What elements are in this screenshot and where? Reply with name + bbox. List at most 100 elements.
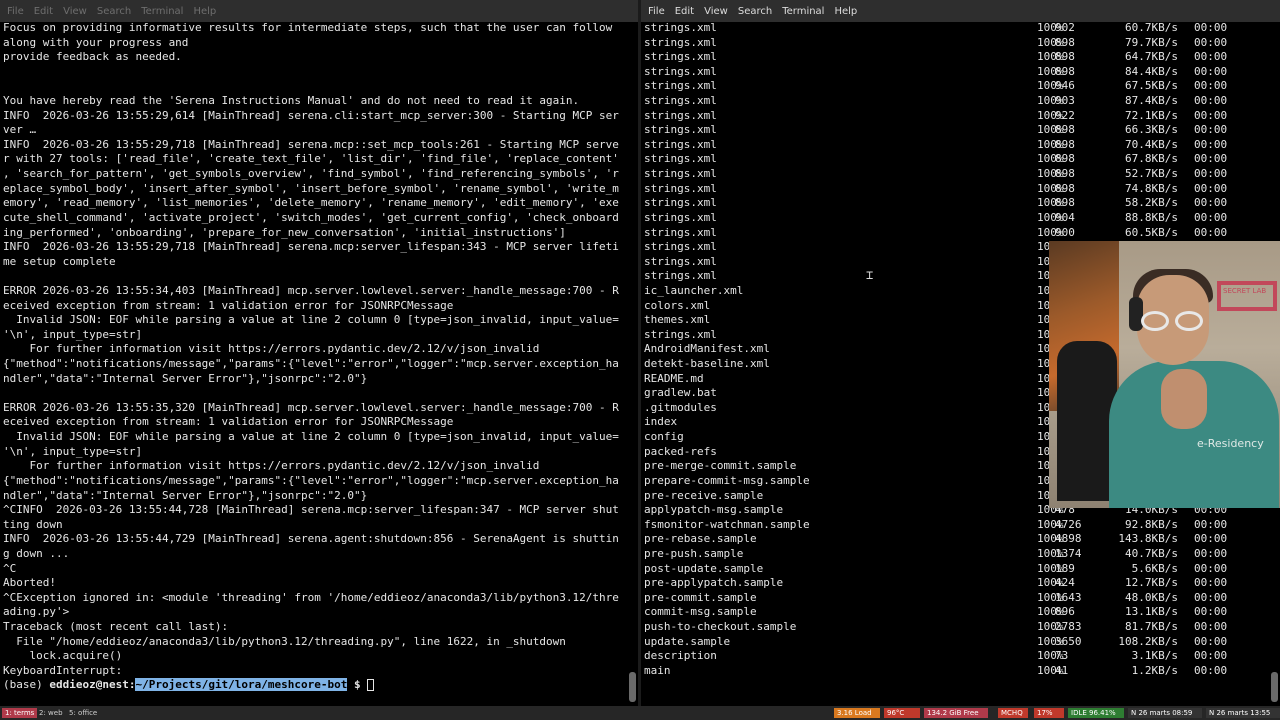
menu-edit[interactable]: Edit [34, 6, 53, 17]
terminal-line: ndler","data":"Internal Server Error"},"… [3, 371, 368, 385]
menu-edit[interactable]: Edit [675, 6, 694, 17]
workspace-1[interactable]: 1: terms [2, 708, 38, 718]
file-name: README.md [644, 371, 704, 385]
menu-view[interactable]: View [704, 6, 728, 17]
file-size: 946 [1055, 79, 1075, 93]
file-size: 903 [1055, 94, 1075, 108]
transfer-row: strings.xml 100% 903 87.4KB/s 00:00 [644, 94, 1268, 109]
prompt-user: eddieoz@nest [49, 678, 129, 692]
transfer-rate: 13.1KB/s [1125, 605, 1178, 619]
transfer-row: strings.xml 100% 900 60.5KB/s 00:00 [644, 226, 1268, 241]
file-name: strings.xml [644, 35, 717, 49]
transfer-time: 00:00 [1194, 50, 1228, 64]
menu-help[interactable]: Help [193, 6, 216, 17]
transfer-rate: 87.4KB/s [1125, 94, 1178, 108]
file-name: post-update.sample [644, 561, 764, 575]
transfer-rate: 66.3KB/s [1125, 123, 1178, 137]
transfer-rate: 40.7KB/s [1125, 546, 1178, 560]
terminal-line: {"method":"notifications/message","param… [3, 473, 619, 487]
terminal-line: Focus on providing informative results f… [3, 21, 613, 34]
transfer-rate: 60.5KB/s [1125, 225, 1178, 239]
file-size: 189 [1055, 561, 1075, 575]
transfer-row: strings.xml 100% 904 88.8KB/s 00:00 [644, 211, 1268, 226]
transfer-time: 00:00 [1194, 181, 1228, 195]
transfer-time: 00:00 [1194, 123, 1228, 137]
prompt-path: ~/Projects/git/lora/meshcore-bot [135, 678, 348, 692]
file-name: strings.xml [644, 210, 717, 224]
transfer-time: 00:00 [1194, 590, 1228, 604]
chair [1057, 341, 1117, 501]
transfer-rate: 70.4KB/s [1125, 137, 1178, 151]
menu-help[interactable]: Help [834, 6, 857, 17]
date-status-2: N 26 marts 13:55 [1206, 708, 1280, 718]
terminal-line: ^CINFO 2026-03-26 13:55:44,728 [MainThre… [3, 503, 619, 517]
transfer-rate: 81.7KB/s [1125, 619, 1178, 633]
terminal-line: ading.py'> [3, 605, 70, 619]
transfer-row: pre-push.sample 100% 1374 40.7KB/s 00:00 [644, 547, 1268, 562]
transfer-time: 00:00 [1194, 546, 1228, 560]
terminal-line: INFO 2026-03-26 13:55:44,729 [MainThread… [3, 532, 619, 546]
transfer-rate: 5.6KB/s [1131, 561, 1178, 575]
transfer-rate: 3.1KB/s [1131, 649, 1178, 663]
file-name: strings.xml [644, 50, 717, 64]
left-scroll-thumb[interactable] [629, 672, 636, 702]
terminal-line: INFO 2026-03-26 13:55:29,718 [MainThread… [3, 240, 619, 254]
file-size: 902 [1055, 21, 1075, 34]
date-status-1: N 26 marts 08:59 [1128, 708, 1202, 718]
menu-terminal[interactable]: Terminal [782, 6, 824, 17]
left-terminal-window[interactable]: File Edit View Search Terminal Help Focu… [0, 0, 638, 706]
file-size: 922 [1055, 108, 1075, 122]
file-name: pre-applypatch.sample [644, 576, 784, 590]
workspace-2[interactable]: 2: web [36, 708, 66, 718]
neon-sign: SECRET LAB [1217, 281, 1277, 311]
file-name: detekt-baseline.xml [644, 357, 770, 371]
shell-prompt[interactable]: (base) eddieoz@nest:~/Projects/git/lora/… [3, 678, 626, 693]
terminal-line: along with your progress and [3, 35, 189, 49]
menu-view[interactable]: View [63, 6, 87, 17]
menu-file[interactable]: File [7, 6, 24, 17]
menu-file[interactable]: File [648, 6, 665, 17]
file-size: 41 [1055, 663, 1069, 677]
left-terminal-scrollbar[interactable] [629, 24, 636, 702]
transfer-time: 00:00 [1194, 225, 1228, 239]
transfer-time: 00:00 [1194, 605, 1228, 619]
transfer-time: 00:00 [1194, 517, 1228, 531]
terminal-line: eplace_symbol_body', 'insert_after_symbo… [3, 181, 619, 195]
transfer-row: post-update.sample 100% 189 5.6KB/s 00:00 [644, 562, 1268, 577]
file-name: strings.xml [644, 254, 717, 268]
transfer-row: strings.xml 100% 898 74.8KB/s 00:00 [644, 182, 1268, 197]
file-size: 898 [1055, 50, 1075, 64]
terminal-line: g down ... [3, 546, 70, 560]
transfer-time: 00:00 [1194, 634, 1228, 648]
file-size: 3650 [1055, 634, 1082, 648]
terminal-line: INFO 2026-03-26 13:55:29,718 [MainThread… [3, 137, 619, 151]
file-size: 2783 [1055, 619, 1082, 633]
menu-search[interactable]: Search [97, 6, 131, 17]
terminal-line: Invalid JSON: EOF while parsing a value … [3, 430, 619, 444]
file-name: index [644, 415, 678, 429]
file-size: 900 [1055, 225, 1075, 239]
right-scroll-thumb[interactable] [1271, 672, 1278, 702]
file-size: 898 [1055, 167, 1075, 181]
menu-search[interactable]: Search [738, 6, 772, 17]
terminal-line: me setup complete [3, 254, 116, 268]
prompt-symbol: $ [347, 678, 368, 692]
terminal-line: ndler","data":"Internal Server Error"},"… [3, 488, 368, 502]
file-name: fsmonitor-watchman.sample [644, 517, 810, 531]
left-terminal-output: Focus on providing informative results f… [3, 21, 626, 693]
transfer-rate: 67.5KB/s [1125, 79, 1178, 93]
transfer-row: strings.xml 100% 898 64.7KB/s 00:00 [644, 50, 1268, 65]
file-name: strings.xml [644, 225, 717, 239]
transfer-time: 00:00 [1194, 210, 1228, 224]
workspace-5[interactable]: 5: office [66, 708, 100, 718]
transfer-rate: 60.7KB/s [1125, 21, 1178, 34]
transfer-time: 00:00 [1194, 64, 1228, 78]
terminal-line: provide feedback as needed. [3, 50, 182, 64]
menu-terminal[interactable]: Terminal [141, 6, 183, 17]
transfer-row: commit-msg.sample 100% 896 13.1KB/s 00:00 [644, 605, 1268, 620]
transfer-time: 00:00 [1194, 576, 1228, 590]
file-size: 4726 [1055, 517, 1082, 531]
file-name: gradlew.bat [644, 386, 717, 400]
